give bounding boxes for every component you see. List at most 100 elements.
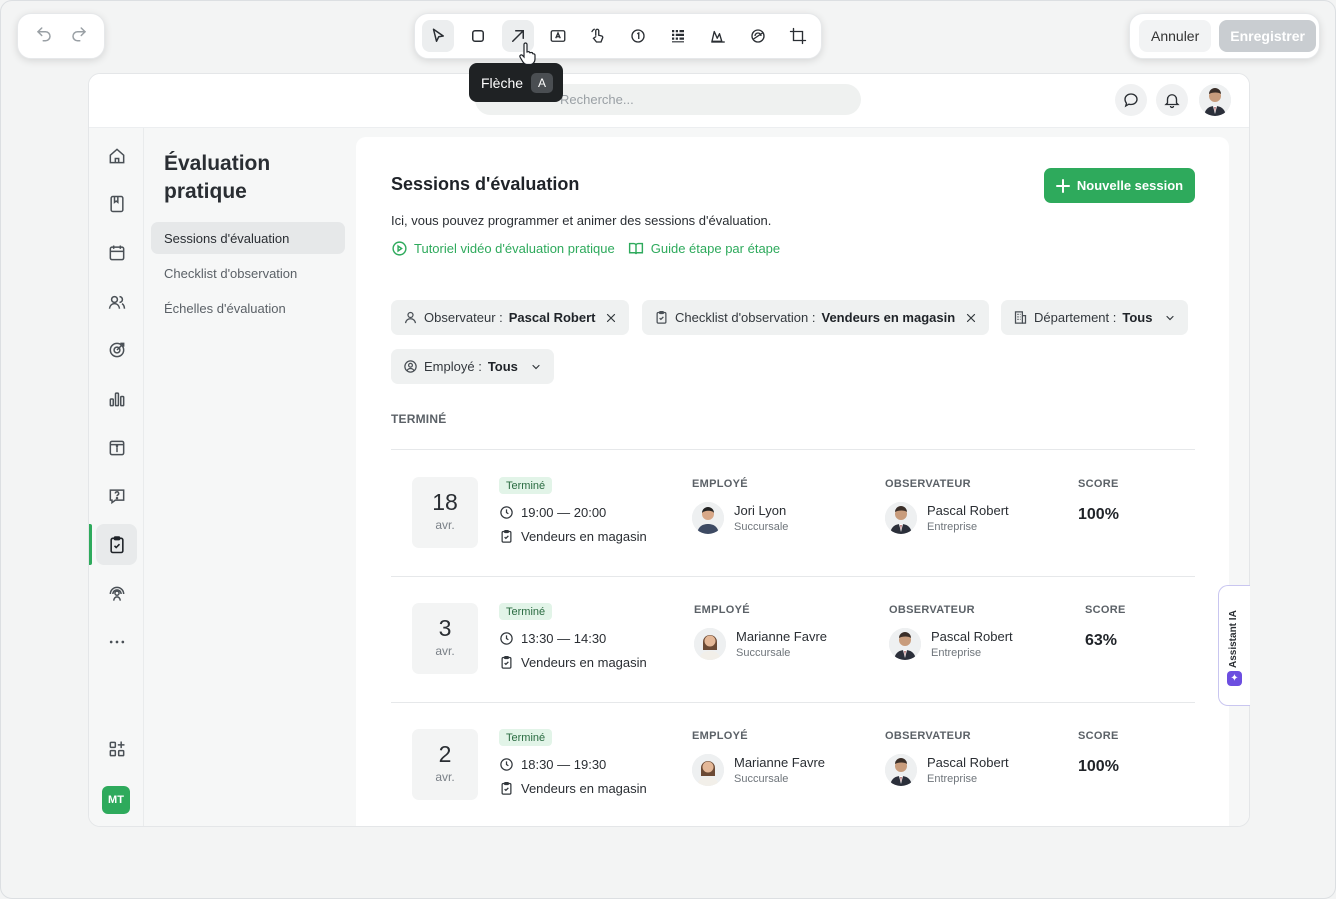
undo-icon[interactable]	[35, 25, 53, 48]
shape-tool-icon[interactable]	[742, 20, 774, 52]
select-tool-icon[interactable]	[422, 20, 454, 52]
coach-icon[interactable]	[96, 573, 137, 614]
icon-rail: MT	[89, 128, 144, 826]
plus-icon	[1055, 178, 1070, 193]
department-filter-chip[interactable]: Département : Tous	[1001, 300, 1189, 335]
help-links: Tutoriel vidéo d'évaluation pratique Gui…	[391, 240, 780, 257]
apps-add-icon[interactable]	[96, 728, 137, 769]
session-row[interactable]: 18 avr. Terminé 19:00 — 20:00 Vendeurs e…	[391, 450, 1195, 576]
checklist-filter-chip[interactable]: Checklist d'observation : Vendeurs en ma…	[642, 300, 990, 335]
status-badge: Terminé	[499, 603, 553, 620]
tooltip-shortcut: A	[531, 72, 554, 93]
employee-cell: Jori Lyon Succursale	[692, 502, 788, 534]
rectangle-tool-icon[interactable]	[462, 20, 494, 52]
observer-role: Entreprise	[927, 773, 978, 785]
employee-column-header: EMPLOYÉ	[692, 730, 748, 742]
highlight-tool-icon[interactable]	[702, 20, 734, 52]
observer-name: Pascal Robert	[927, 755, 1009, 770]
chat-icon[interactable]	[1115, 84, 1147, 116]
book-icon[interactable]	[96, 183, 137, 224]
crop-tool-icon[interactable]	[782, 20, 814, 52]
session-row[interactable]: 2 avr. Terminé 18:30 — 19:30 Vendeurs en…	[391, 702, 1195, 826]
new-session-button[interactable]: Nouvelle session	[1044, 168, 1195, 203]
home-icon[interactable]	[96, 135, 137, 176]
redo-icon[interactable]	[70, 25, 88, 48]
tooltip-label: Flèche	[481, 74, 524, 91]
avatar	[885, 502, 917, 534]
observer-name: Pascal Robert	[931, 629, 1013, 644]
observer-filter-key: Observateur :	[424, 310, 503, 325]
session-time: 19:00 — 20:00	[499, 505, 606, 520]
time-range: 19:00 — 20:00	[521, 505, 607, 520]
employee-role: Succursale	[734, 773, 789, 785]
observer-role: Entreprise	[927, 521, 978, 533]
info-box-icon[interactable]	[96, 427, 137, 468]
observer-name: Pascal Robert	[927, 503, 1009, 518]
employee-role: Succursale	[736, 647, 791, 659]
observer-column-header: OBSERVATEUR	[885, 478, 971, 490]
section-completed-label: TERMINÉ	[391, 412, 447, 426]
department-filter-value: Tous	[1122, 310, 1153, 325]
session-time: 18:30 — 19:30	[499, 757, 606, 772]
avatar	[694, 628, 726, 660]
score-column-header: SCORE	[1078, 730, 1119, 742]
text-tool-icon[interactable]	[542, 20, 574, 52]
observer-cell: Pascal Robert Entreprise	[885, 502, 1009, 534]
stats-icon[interactable]	[96, 378, 137, 419]
employee-name: Marianne Favre	[734, 755, 826, 770]
date-day: 3	[438, 615, 452, 641]
user-avatar[interactable]	[1199, 84, 1231, 116]
subnav-item-sessions[interactable]: Sessions d'évaluation	[151, 222, 345, 254]
close-icon[interactable]	[605, 312, 617, 324]
user-initials-badge[interactable]: MT	[102, 786, 130, 814]
sparkle-icon: ✦	[1227, 671, 1242, 686]
observer-filter-chip[interactable]: Observateur : Pascal Robert	[391, 300, 630, 335]
subnav-item-checklist[interactable]: Checklist d'observation	[151, 257, 345, 289]
checklist-filter-key: Checklist d'observation :	[675, 310, 816, 325]
observer-column-header: OBSERVATEUR	[889, 604, 975, 616]
active-indicator	[89, 524, 92, 565]
open-book-icon	[628, 242, 643, 255]
observer-column-header: OBSERVATEUR	[885, 730, 971, 742]
status-badge: Terminé	[499, 477, 553, 494]
step-guide-link[interactable]: Guide étape par étape	[627, 240, 780, 257]
employee-filter-chip[interactable]: Employé : Tous	[391, 349, 554, 384]
bell-icon[interactable]	[1156, 84, 1188, 116]
hand-cursor-icon	[519, 42, 536, 66]
ai-assistant-label: Assistant IA	[1228, 610, 1239, 668]
blur-tool-icon[interactable]	[662, 20, 694, 52]
date-box: 3 avr.	[412, 603, 478, 674]
clipboard-check-icon	[656, 310, 667, 324]
subnav-item-scales[interactable]: Échelles d'évaluation	[151, 292, 345, 324]
checklist-filter-value: Vendeurs en magasin	[821, 310, 956, 325]
date-month: avr.	[435, 518, 455, 532]
session-row[interactable]: 3 avr. Terminé 13:30 — 14:30 Vendeurs en…	[391, 576, 1195, 702]
app-window: Recherche... MT Évaluation pratique Sess…	[88, 73, 1250, 827]
session-time: 13:30 — 14:30	[499, 631, 606, 646]
cancel-button[interactable]: Annuler	[1139, 20, 1212, 52]
section-sidebar: Évaluation pratique Sessions d'évaluatio…	[144, 128, 355, 826]
date-month: avr.	[435, 644, 455, 658]
editor-actions: Annuler Enregistrer	[1129, 13, 1320, 59]
ai-assistant-tab[interactable]: Assistant IA ✦	[1218, 585, 1250, 706]
avatar	[692, 754, 724, 786]
date-month: avr.	[435, 770, 455, 784]
step-number-tool-icon[interactable]	[622, 20, 654, 52]
close-icon[interactable]	[965, 312, 977, 324]
checklist-icon[interactable]	[96, 524, 137, 565]
clock-icon	[500, 506, 513, 519]
calendar-icon[interactable]	[96, 232, 137, 273]
video-tutorial-label: Tutoriel vidéo d'évaluation pratique	[414, 241, 615, 256]
target-icon[interactable]	[96, 329, 137, 370]
click-tool-icon[interactable]	[582, 20, 614, 52]
observer-role: Entreprise	[931, 647, 982, 659]
more-icon[interactable]	[96, 621, 137, 662]
checklist-name: Vendeurs en magasin	[521, 781, 647, 796]
users-icon[interactable]	[96, 281, 137, 322]
score-column-header: SCORE	[1085, 604, 1126, 616]
status-badge: Terminé	[499, 729, 553, 746]
date-day: 2	[438, 741, 452, 767]
help-icon[interactable]	[96, 475, 137, 516]
video-tutorial-link[interactable]: Tutoriel vidéo d'évaluation pratique	[391, 240, 615, 257]
save-button[interactable]: Enregistrer	[1219, 20, 1316, 52]
